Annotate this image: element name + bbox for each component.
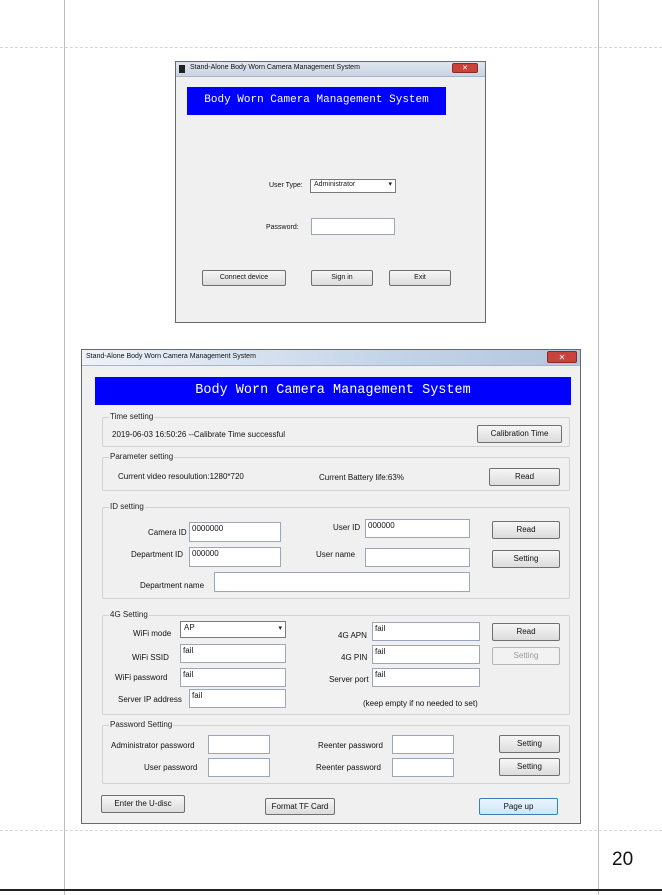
chevron-down-icon: ▾ — [278, 625, 282, 632]
apn-field[interactable]: fail — [372, 622, 480, 641]
parameter-setting-title: Parameter setting — [109, 452, 175, 461]
resolution-text: Current video resoulution:1280*720 — [118, 472, 244, 481]
wifi-password-value: fail — [183, 670, 194, 679]
admin-password-label: Administrator password — [111, 741, 195, 750]
wifi-password-field[interactable]: fail — [180, 668, 286, 687]
server-port-value: fail — [375, 670, 386, 679]
user-id-value: 000000 — [368, 521, 395, 530]
parameter-read-button[interactable]: Read — [489, 468, 560, 486]
id-setting-group: ID setting Camera ID 0000000 User ID 000… — [102, 502, 570, 599]
reenter-password-label-1: Reenter password — [318, 741, 383, 750]
4g-setting-group: 4G Setting WiFi mode AP ▾ WiFi SSID fail… — [102, 610, 570, 715]
server-ip-label: Server IP address — [118, 695, 182, 704]
apn-label: 4G APN — [338, 631, 367, 640]
login-banner-text: Body Worn Camera Management System — [204, 94, 429, 106]
user-password-field[interactable] — [208, 758, 270, 777]
login-window: Stand-Alone Body Worn Camera Management … — [175, 61, 486, 323]
wifi-ssid-label: WiFi SSID — [132, 653, 169, 662]
enter-udisc-button[interactable]: Enter the U-disc — [101, 795, 185, 813]
reenter-password-label-2: Reenter password — [316, 763, 381, 772]
camera-id-value: 0000000 — [192, 524, 224, 533]
department-name-field[interactable] — [214, 572, 470, 592]
user-type-value: Administrator — [314, 181, 356, 188]
pin-label: 4G PIN — [341, 653, 368, 662]
password-setting-title: Password Setting — [109, 720, 174, 729]
app-icon — [179, 65, 185, 73]
user-id-label: User ID — [333, 523, 361, 532]
password-setting-group: Password Setting Administrator password … — [102, 720, 570, 784]
time-setting-title: Time setting — [109, 412, 155, 421]
password-label: Password: — [266, 224, 299, 231]
pin-field[interactable]: fail — [372, 645, 480, 664]
user-name-label: User name — [316, 550, 356, 559]
wifi-password-label: WiFi password — [115, 673, 168, 682]
keep-empty-note: (keep empty if no needed to set) — [363, 699, 478, 708]
user-name-field[interactable] — [365, 548, 470, 567]
login-titlebar: Stand-Alone Body Worn Camera Management … — [176, 62, 485, 77]
password-field[interactable] — [311, 218, 395, 235]
wifi-ssid-value: fail — [183, 646, 194, 655]
main-banner: Body Worn Camera Management System — [95, 377, 571, 405]
close-icon[interactable]: ✕ — [452, 63, 478, 73]
wifi-ssid-field[interactable]: fail — [180, 644, 286, 663]
wifi-mode-value: AP — [184, 623, 195, 632]
main-window: Stand-Alone Body Worn Camera Management … — [81, 349, 581, 824]
connect-device-button[interactable]: Connect device — [202, 270, 286, 286]
id-read-button[interactable]: Read — [492, 521, 560, 539]
department-id-label: Department ID — [131, 550, 184, 559]
main-banner-text: Body Worn Camera Management System — [195, 383, 471, 398]
server-ip-field[interactable]: fail — [189, 689, 286, 708]
main-titlebar: Stand-Alone Body Worn Camera Management … — [82, 350, 580, 366]
calibration-time-button[interactable]: Calibration Time — [477, 425, 562, 443]
exit-button[interactable]: Exit — [389, 270, 451, 286]
time-status-text: 2019-06-03 16:50:26 --Calibrate Time suc… — [112, 430, 285, 439]
page-guide-right — [598, 0, 599, 895]
id-setting-title: ID setting — [109, 502, 145, 511]
user-password-label: User password — [144, 763, 198, 772]
sign-in-button[interactable]: Sign in — [311, 270, 373, 286]
admin-password-setting-button[interactable]: Setting — [499, 735, 560, 753]
department-id-field[interactable]: 000000 — [189, 547, 281, 567]
server-ip-value: fail — [192, 691, 203, 700]
server-port-label: Server port — [329, 675, 369, 684]
wifi-mode-label: WiFi mode — [133, 629, 172, 638]
camera-id-label: Camera ID — [148, 528, 187, 537]
close-icon[interactable]: ✕ — [547, 351, 577, 363]
login-banner: Body Worn Camera Management System — [187, 87, 446, 115]
wifi-mode-select[interactable]: AP ▾ — [180, 621, 286, 638]
main-window-title: Stand-Alone Body Worn Camera Management … — [86, 353, 256, 360]
user-id-field[interactable]: 000000 — [365, 519, 470, 538]
page-bottom-rule — [0, 889, 662, 891]
user-type-select[interactable]: Administrator ▾ — [310, 179, 396, 193]
4g-setting-title: 4G Setting — [109, 610, 149, 619]
pin-value: fail — [375, 647, 386, 656]
page-guide-top — [0, 47, 662, 49]
format-tf-card-button[interactable]: Format TF Card — [265, 798, 335, 815]
page-guide-bottom — [0, 830, 662, 832]
chevron-down-icon: ▾ — [388, 181, 392, 188]
4g-setting-button[interactable]: Setting — [492, 647, 560, 665]
reenter-user-password-field[interactable] — [392, 758, 454, 777]
page-number: 20 — [612, 849, 634, 870]
time-setting-group: Time setting 2019-06-03 16:50:26 --Calib… — [102, 412, 570, 447]
parameter-setting-group: Parameter setting Current video resoulut… — [102, 452, 570, 491]
apn-value: fail — [375, 624, 386, 633]
server-port-field[interactable]: fail — [372, 668, 480, 687]
page-guide-left — [64, 0, 65, 895]
user-type-label: User Type: — [269, 182, 303, 189]
login-window-title: Stand-Alone Body Worn Camera Management … — [190, 64, 360, 71]
department-name-label: Department name — [140, 581, 205, 590]
reenter-admin-password-field[interactable] — [392, 735, 454, 754]
page-up-button[interactable]: Page up — [479, 798, 558, 815]
department-id-value: 000000 — [192, 549, 219, 558]
camera-id-field[interactable]: 0000000 — [189, 522, 281, 542]
admin-password-field[interactable] — [208, 735, 270, 754]
id-setting-button[interactable]: Setting — [492, 550, 560, 568]
battery-text: Current Battery life:63% — [319, 473, 404, 482]
user-password-setting-button[interactable]: Setting — [499, 758, 560, 776]
4g-read-button[interactable]: Read — [492, 623, 560, 641]
